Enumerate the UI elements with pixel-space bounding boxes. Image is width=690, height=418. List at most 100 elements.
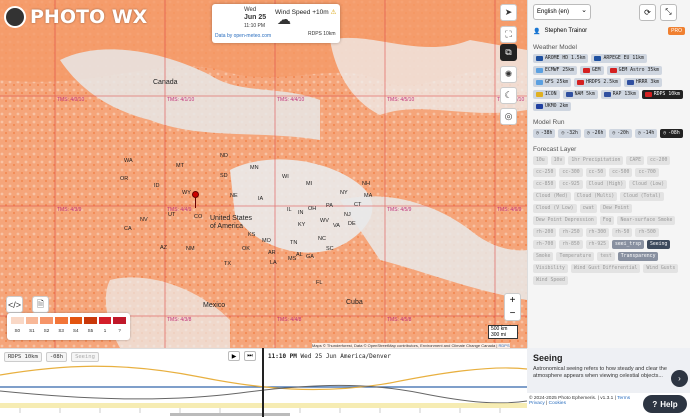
model-chip[interactable]: HRRR 3km xyxy=(623,78,662,87)
timeline-cursor[interactable] xyxy=(262,348,264,417)
run-chip[interactable]: ◷ -08h xyxy=(660,129,683,138)
layer-chip[interactable]: Smoke xyxy=(533,252,554,261)
model-chip[interactable]: GEM Astro 35km xyxy=(606,66,662,75)
state-label: FL xyxy=(316,280,323,286)
layer-chip[interactable]: 10u xyxy=(533,156,548,165)
layer-chip[interactable]: Cloud (V Low) xyxy=(533,204,577,213)
layer-chip[interactable]: rh-200 xyxy=(533,228,557,237)
layer-chip[interactable]: cc-250 xyxy=(533,168,557,177)
play-button[interactable]: ▶ xyxy=(228,351,240,361)
layer-chip[interactable]: Cloud (High) xyxy=(585,180,627,189)
layers-button[interactable]: ⧉ xyxy=(500,44,517,61)
zoom-out-button[interactable]: − xyxy=(505,307,520,320)
run-chip[interactable]: ◷ -32h xyxy=(558,129,581,138)
sun-button[interactable]: ✺ xyxy=(500,66,517,83)
layer-chip[interactable]: Seeing xyxy=(646,240,671,249)
moon-button[interactable]: ☾ xyxy=(500,87,517,104)
model-chip[interactable]: ICON xyxy=(533,90,560,99)
terms-link[interactable]: Terms xyxy=(617,396,630,401)
layer-chip[interactable]: cc-700 xyxy=(635,168,659,177)
layer-chip[interactable]: 1hr Precipitation xyxy=(568,156,624,165)
timeline-date: Wed 25 Jun America/Denver xyxy=(300,353,391,360)
layer-chip[interactable]: Cloud (Med) xyxy=(533,192,571,201)
layer-chip[interactable]: Dew Point Depression xyxy=(533,216,597,225)
state-label: NV xyxy=(140,217,148,223)
legend-bars xyxy=(10,316,127,325)
run-chip[interactable]: ◷ -20h xyxy=(609,129,632,138)
model-chip[interactable]: RAP 13km xyxy=(600,90,639,99)
timeline-layer: Seeing xyxy=(71,352,99,362)
data-source-link[interactable]: Data by open-meteo.com xyxy=(215,33,271,39)
model-chip[interactable]: GEM xyxy=(579,66,604,75)
layer-chip[interactable]: Wind Gusts xyxy=(643,264,679,273)
code-toggle-button[interactable]: </> xyxy=(6,296,23,313)
layer-chip[interactable]: CAPE xyxy=(626,156,645,165)
layer-chip[interactable]: cc-925 xyxy=(559,180,583,189)
layer-chip[interactable]: rh-500 xyxy=(635,228,659,237)
fullscreen-button[interactable]: ⛶ xyxy=(500,26,517,43)
layer-chip[interactable]: cc-200 xyxy=(647,156,671,165)
chip-label: -38h xyxy=(540,131,553,136)
layer-chip[interactable]: rh-700 xyxy=(533,240,557,249)
target-button[interactable]: ◎ xyxy=(500,108,517,125)
model-chip[interactable]: RDPS 10km xyxy=(641,90,683,99)
layer-chip[interactable]: Dew Point xyxy=(600,204,633,213)
layer-chip[interactable]: rh-300 xyxy=(585,228,609,237)
state-label: NE xyxy=(230,193,238,199)
layer-chip[interactable]: 10v xyxy=(550,156,566,165)
model-chip[interactable]: GFS 25km xyxy=(533,78,572,87)
locate-button[interactable]: ➤ xyxy=(500,4,517,21)
run-chip[interactable]: ◷ -14h xyxy=(634,129,658,138)
layer-chip[interactable]: Cloud (Multi) xyxy=(573,192,618,201)
layer-chip[interactable]: Cloud (Low) xyxy=(629,180,668,189)
privacy-link[interactable]: Privacy xyxy=(529,401,545,406)
layer-chip[interactable]: cwat xyxy=(579,204,598,213)
model-chip[interactable]: NAM 5km xyxy=(562,90,598,99)
zoom-control[interactable]: + − xyxy=(504,293,521,321)
language-select[interactable]: English (en) xyxy=(533,4,591,20)
layer-chip[interactable]: cc-500 xyxy=(609,168,633,177)
user-row[interactable]: 👤 Stephen Trainor PRO xyxy=(533,26,685,36)
run-chip[interactable]: ◷ -38h xyxy=(533,129,556,138)
cookies-link[interactable]: Cookies xyxy=(549,401,566,406)
layer-chip[interactable]: test xyxy=(597,252,615,261)
layer-chip[interactable]: rh-850 xyxy=(559,240,583,249)
state-label: NH xyxy=(362,181,370,187)
collapse-button[interactable]: ⤡ xyxy=(660,3,677,21)
model-chip[interactable]: ECMWF 25km xyxy=(533,66,577,75)
step-button[interactable]: ⏭ xyxy=(244,351,256,361)
refresh-button[interactable]: ⟳ xyxy=(639,3,656,21)
grid-label: TMS: 4/6/9 xyxy=(497,207,522,213)
scroll-right-button[interactable]: › xyxy=(671,370,688,387)
layer-chip[interactable]: rh-50 xyxy=(611,228,633,237)
layer-chip[interactable]: cc-300 xyxy=(559,168,583,177)
layer-chip[interactable]: Wind Speed xyxy=(533,276,568,285)
model-chip[interactable]: AROME HD 1.5km xyxy=(533,54,589,63)
layer-chip[interactable]: Cloud (Total) xyxy=(620,192,664,201)
layer-chip[interactable]: cc-850 xyxy=(533,180,557,189)
location-pin[interactable] xyxy=(192,191,199,198)
map[interactable]: PHOTO WX Wed Jun 25 11:10 PM ☁ Data by o… xyxy=(0,0,527,348)
timeline-time: 11:10 PM xyxy=(268,353,297,360)
layer-chip[interactable]: Transparency xyxy=(617,252,659,261)
layer-chip[interactable]: rh-925 xyxy=(585,240,609,249)
model-chip[interactable]: ARPEGE EU 11km xyxy=(591,54,647,63)
layer-chip[interactable]: seei_trsp xyxy=(611,240,644,249)
chip-label: GEM xyxy=(591,68,601,73)
layer-chip[interactable]: Near-surface Smoke xyxy=(617,216,676,225)
layer-chip[interactable]: Wind Gust Differential xyxy=(570,264,641,273)
layer-chip[interactable]: cc-50 xyxy=(585,168,607,177)
chip-label: RAP 13km xyxy=(612,92,636,97)
state-label: IA xyxy=(258,196,264,202)
help-button[interactable]: ? Help xyxy=(643,395,687,413)
state-label: OR xyxy=(120,176,129,182)
layer-chip[interactable]: Fog xyxy=(599,216,615,225)
layer-chip[interactable]: Visibility xyxy=(533,264,568,273)
run-chip[interactable]: ◷ -26h xyxy=(583,129,607,138)
model-chip[interactable]: HRDPS 2.5km xyxy=(574,78,621,87)
zoom-in-button[interactable]: + xyxy=(505,294,520,307)
file-button[interactable]: 🗎 xyxy=(32,296,49,313)
model-chip[interactable]: UKMO 2km xyxy=(533,102,572,111)
layer-chip[interactable]: Temperature xyxy=(556,252,595,261)
layer-chip[interactable]: rh-250 xyxy=(559,228,583,237)
